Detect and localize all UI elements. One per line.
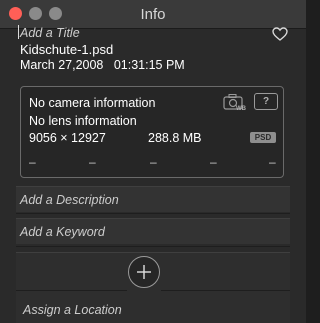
description-placeholder: Add a Description (20, 193, 119, 207)
camera-wb-icon: WB (223, 94, 247, 111)
divider (161, 290, 290, 291)
capture-date: March 27,2008 (20, 58, 104, 72)
keyword-placeholder: Add a Keyword (20, 225, 105, 239)
text-caret (18, 25, 19, 39)
exif-value: – (150, 155, 157, 169)
divider (16, 290, 127, 291)
info-window: Info Add a Title Kidschute-1.psd March 2… (0, 0, 306, 323)
exif-value: – (29, 155, 36, 169)
format-badge: PSD (250, 132, 276, 143)
divider (16, 213, 290, 214)
image-dimensions: 9056 × 12927 (29, 131, 106, 145)
help-icon[interactable]: ? (254, 93, 278, 110)
divider (16, 246, 290, 247)
window-title: Info (140, 6, 166, 23)
lens-info: No lens information (29, 114, 137, 128)
plus-icon (137, 265, 151, 279)
exif-value: – (269, 155, 276, 169)
title-field[interactable]: Add a Title (20, 26, 80, 40)
metadata-box: No camera information No lens informatio… (20, 86, 284, 178)
exif-value: – (210, 155, 217, 169)
title-bar: Info (0, 0, 306, 29)
capture-time: 01:31:15 PM (113, 58, 185, 72)
keyword-field[interactable]: Add a Keyword (16, 218, 290, 244)
description-field[interactable]: Add a Description (16, 186, 290, 212)
add-location-button[interactable] (128, 256, 160, 288)
exif-value: – (89, 155, 96, 169)
location-field[interactable]: Assign a Location (23, 303, 122, 317)
file-size: 288.8 MB (148, 131, 202, 145)
svg-text:WB: WB (236, 106, 247, 111)
capture-datetime: March 27,2008 01:31:15 PM (20, 58, 185, 72)
camera-info: No camera information (29, 96, 156, 110)
filename: Kidschute-1.psd (20, 42, 114, 57)
heart-icon[interactable] (272, 27, 288, 41)
